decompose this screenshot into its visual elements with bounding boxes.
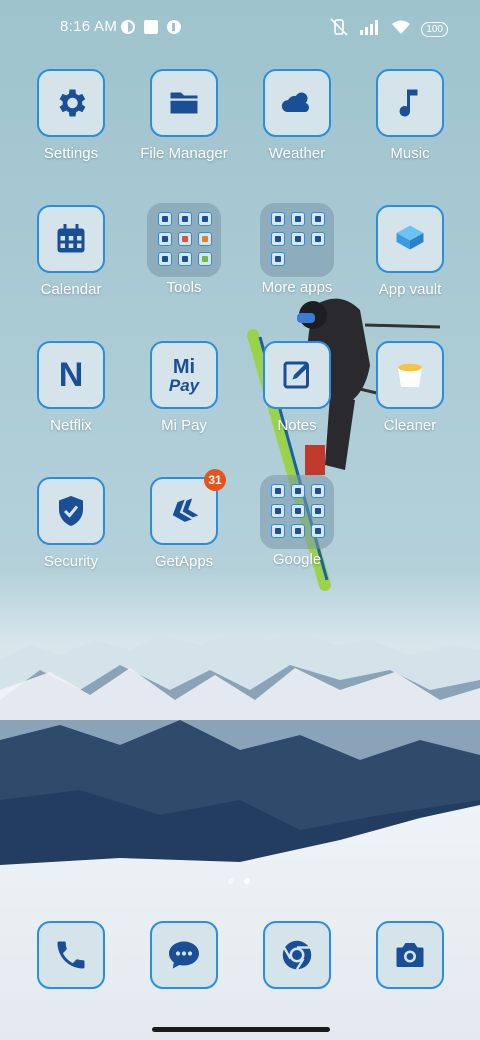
folder-preview [260,203,334,277]
pay-logo-text: Pay [168,375,200,395]
notification-icon [120,19,136,39]
phone-icon [37,921,105,989]
netflix-icon: N [37,341,105,409]
app-label: Netflix [50,417,92,434]
page-dot-active[interactable] [244,878,250,884]
signal-icon [359,19,381,39]
notification-badge: 31 [204,469,226,491]
settings-icon [37,69,105,137]
page-indicator [228,878,250,884]
folder-tools[interactable]: Tools [134,203,234,323]
app-label: Weather [268,145,326,162]
app-label: Notes [277,417,317,434]
app-netflix[interactable]: N Netflix [21,341,121,461]
app-label: File Manager [140,145,228,162]
camera-icon [376,921,444,989]
app-security[interactable]: Security [21,477,121,597]
folder-more-apps[interactable]: More apps [247,203,347,323]
chrome-icon [263,921,331,989]
app-settings[interactable]: Settings [21,69,121,189]
app-music[interactable]: Music [360,69,460,189]
app-label: Tools [166,279,202,296]
notification-icon [166,19,182,39]
notes-icon [263,341,331,409]
app-notes[interactable]: Notes [247,341,347,461]
app-label: Security [43,553,99,570]
app-cleaner[interactable]: Cleaner [360,341,460,461]
app-label: More apps [261,279,333,296]
dock-camera[interactable] [360,921,460,1040]
page-dot[interactable] [228,878,234,884]
app-label: Settings [43,145,99,162]
square-icon [143,19,159,39]
cleaner-icon [376,341,444,409]
shield-icon [37,477,105,545]
wifi-icon [391,19,411,39]
mi-pay-icon: Mi Pay [150,341,218,409]
app-label: GetApps [154,553,214,570]
battery-indicator: 100 [421,21,448,37]
app-vault-icon [376,205,444,273]
dock-phone[interactable] [21,921,121,1040]
folder-preview [260,475,334,549]
app-getapps[interactable]: 31 GetApps [134,469,234,597]
folder-icon [150,69,218,137]
folder-google[interactable]: Google [247,475,347,595]
weather-icon [263,69,331,137]
app-calendar[interactable]: Calendar [21,205,121,325]
mi-logo-text: Mi [172,355,196,378]
app-file-manager[interactable]: File Manager [134,69,234,189]
app-label: Google [272,551,322,568]
app-label: App vault [378,281,442,298]
dock-chrome[interactable] [247,921,347,1040]
app-mi-pay[interactable]: Mi Pay Mi Pay [134,341,234,461]
home-indicator-bar[interactable] [152,1027,330,1032]
app-app-vault[interactable]: App vault [360,205,460,325]
netflix-logo-text: N [58,355,84,394]
vibrate-off-icon [329,18,349,40]
status-time: 8:16 AM [60,18,118,35]
app-label: Calendar [40,281,102,298]
app-label: Mi Pay [161,417,207,434]
calendar-icon [37,205,105,273]
dock-messages[interactable] [134,921,234,1040]
music-note-icon [376,69,444,137]
message-bubble-icon [150,921,218,989]
app-label: Music [390,145,430,162]
app-label: Cleaner [383,417,437,434]
app-weather[interactable]: Weather [247,69,347,189]
folder-preview [147,203,221,277]
status-bar: 8:16 AM 100 [0,14,480,42]
